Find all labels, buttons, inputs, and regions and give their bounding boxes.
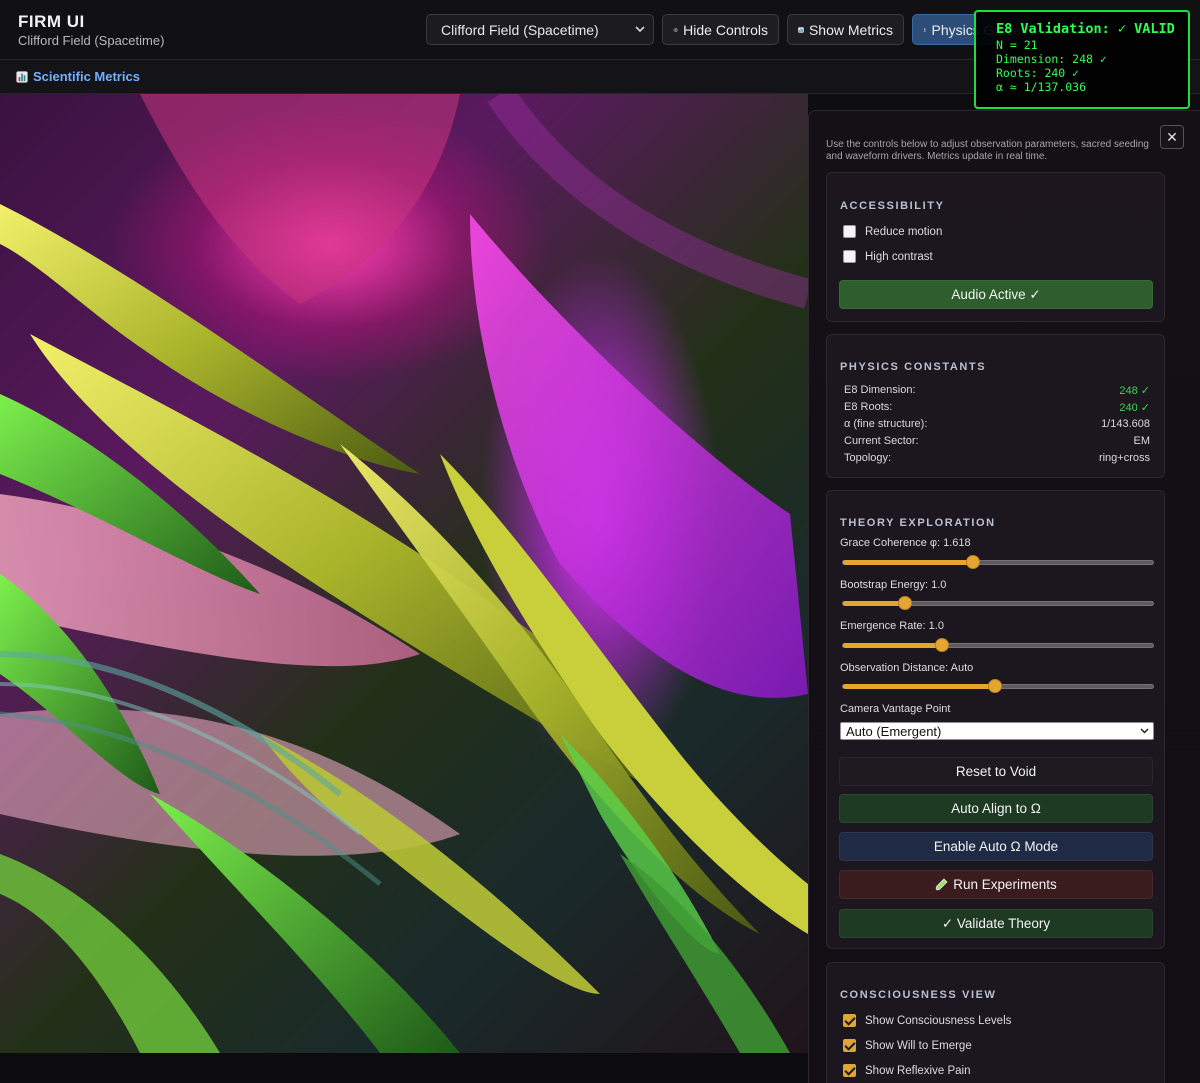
slider-thumb[interactable] [898,596,912,610]
validate-theory-button[interactable]: ✓ Validate Theory [839,909,1153,938]
slider-thumb[interactable] [935,638,950,652]
constant-label: E8 Dimension: [844,384,916,396]
constant-row-e8-roots: E8 Roots: 240 ✓ [844,401,1150,414]
physics-constants-section: PHYSICS CONSTANTS E8 Dimension: 248 ✓ E8… [826,334,1165,478]
bar-chart-icon [798,26,804,33]
constant-value: ring+cross [1098,452,1150,464]
slider-thumb[interactable] [966,555,981,569]
e8-alpha: α ≈ 1/137.036 [996,80,1087,94]
hide-controls-label: Hide Controls [683,21,768,38]
slider-fill [843,601,905,606]
emergence-rate-slider[interactable] [842,638,1154,652]
microscope-icon [923,27,927,32]
validate-theory-label: ✓ Validate Theory [941,915,1051,931]
camera-vantage-select[interactable]: Auto (Emergent) [840,722,1154,740]
show-metrics-button[interactable]: Show Metrics [787,14,904,45]
theory-exploration-title: THEORY EXPLORATION [840,517,996,529]
constant-row-e8-dimension: E8 Dimension: 248 ✓ [844,384,1150,397]
slider-fill [843,560,974,565]
slider-fill [843,643,943,648]
reset-to-void-button[interactable]: Reset to Void [839,757,1153,786]
camera-vantage-label: Camera Vantage Point [840,703,951,715]
constant-value: EM [1133,435,1151,447]
constant-row-topology: Topology: ring+cross [844,452,1150,464]
auto-align-label: Auto Align to Ω [951,801,1041,816]
auto-omega-mode-button[interactable]: Enable Auto Ω Mode [839,832,1153,861]
grace-coherence-slider[interactable] [842,555,1154,569]
test-tube-icon [935,878,948,891]
bootstrap-energy-slider[interactable] [842,596,1154,610]
high-contrast-toggle[interactable]: High contrast [843,250,933,263]
field-select-value: Clifford Field (Spacetime) [441,22,599,38]
hide-controls-button[interactable]: Hide Controls [662,14,779,45]
e8-validation-overlay: E8 Validation: ✓ VALID N = 21 Dimension:… [974,10,1190,109]
run-experiments-label: Run Experiments [953,877,1057,892]
theory-exploration-section: THEORY EXPLORATION Grace Coherence φ: 1.… [826,490,1165,949]
consciousness-view-title: CONSCIOUSNESS VIEW [840,989,997,1001]
reduce-motion-checkbox[interactable] [843,225,856,238]
accessibility-section: ACCESSIBILITY Reduce motion High contras… [826,172,1165,322]
app-subtitle: Clifford Field (Spacetime) [18,33,165,48]
e8-validation-title: E8 Validation: ✓ VALID [996,21,1175,37]
e8-roots: Roots: 240 ✓ [996,66,1080,80]
reflexive-pain-toggle[interactable]: Show Reflexive Pain [843,1064,970,1077]
controls-panel: ✕ Use the controls below to adjust obser… [808,110,1200,1083]
grace-coherence-label: Grace Coherence φ: 1.618 [840,537,971,549]
will-to-emerge-label: Show Will to Emerge [865,1039,972,1052]
slider-thumb[interactable] [987,679,1002,693]
slider-fill [843,684,995,689]
consciousness-levels-toggle[interactable]: Show Consciousness Levels [843,1014,1011,1027]
constant-label: Topology: [844,452,892,464]
field-render-canvas[interactable] [0,94,808,1053]
chevron-down-icon [1140,728,1149,734]
will-to-emerge-toggle[interactable]: Show Will to Emerge [843,1039,972,1052]
emergence-rate-label: Emergence Rate: 1.0 [840,620,944,632]
reflexive-pain-label: Show Reflexive Pain [865,1064,971,1077]
scientific-metrics-toggle[interactable]: Scientific Metrics [16,69,140,84]
audio-label: Audio Active ✓ [951,286,1041,302]
bar-chart-icon [16,70,28,83]
reduce-motion-toggle[interactable]: Reduce motion [843,225,942,238]
audio-toggle-button[interactable]: Audio Active ✓ [839,280,1153,309]
gear-icon [673,27,678,32]
constant-label: E8 Roots: [844,401,893,413]
reduce-motion-label: Reduce motion [865,225,943,238]
will-to-emerge-checkbox[interactable] [843,1039,856,1052]
auto-omega-label: Enable Auto Ω Mode [933,839,1059,854]
constant-row-alpha: α (fine structure): 1/143.608 [844,418,1150,430]
close-icon: ✕ [1166,128,1178,145]
reset-label: Reset to Void [955,764,1037,779]
status-strip [0,1053,808,1083]
bootstrap-energy-label: Bootstrap Energy: 1.0 [840,579,947,591]
consciousness-levels-label: Show Consciousness Levels [865,1014,1012,1027]
constant-value: 1/143.608 [1101,418,1150,430]
run-experiments-button[interactable]: Run Experiments [839,870,1153,899]
app-title: FIRM UI [18,12,85,31]
close-panel-button[interactable]: ✕ [1160,125,1184,149]
scientific-metrics-label: Scientific Metrics [33,69,140,84]
e8-n-value: N = 21 [996,38,1038,52]
constant-row-sector: Current Sector: EM [844,435,1150,447]
constant-label: α (fine structure): [844,418,928,430]
camera-vantage-value: Auto (Emergent) [846,724,942,739]
field-select[interactable]: Clifford Field (Spacetime) [426,14,654,45]
constant-label: Current Sector: [844,435,919,447]
high-contrast-label: High contrast [865,250,933,263]
accessibility-title: ACCESSIBILITY [840,200,945,212]
observation-distance-slider[interactable] [842,679,1154,693]
consciousness-levels-checkbox[interactable] [843,1014,856,1027]
consciousness-view-section: CONSCIOUSNESS VIEW Show Consciousness Le… [826,962,1165,1083]
constant-value: 240 ✓ [1119,402,1150,414]
auto-align-button[interactable]: Auto Align to Ω [839,794,1153,823]
clifford-field-visualization [0,94,808,1053]
reflexive-pain-checkbox[interactable] [843,1064,856,1077]
show-metrics-label: Show Metrics [808,21,893,38]
constant-value: 248 ✓ [1119,385,1150,397]
chevron-down-icon [635,26,645,33]
physics-constants-title: PHYSICS CONSTANTS [840,361,987,373]
panel-intro: Use the controls below to adjust observa… [826,139,1149,162]
e8-dimension: Dimension: 248 ✓ [996,52,1107,66]
observation-distance-label: Observation Distance: Auto [840,662,974,674]
high-contrast-checkbox[interactable] [843,250,856,263]
